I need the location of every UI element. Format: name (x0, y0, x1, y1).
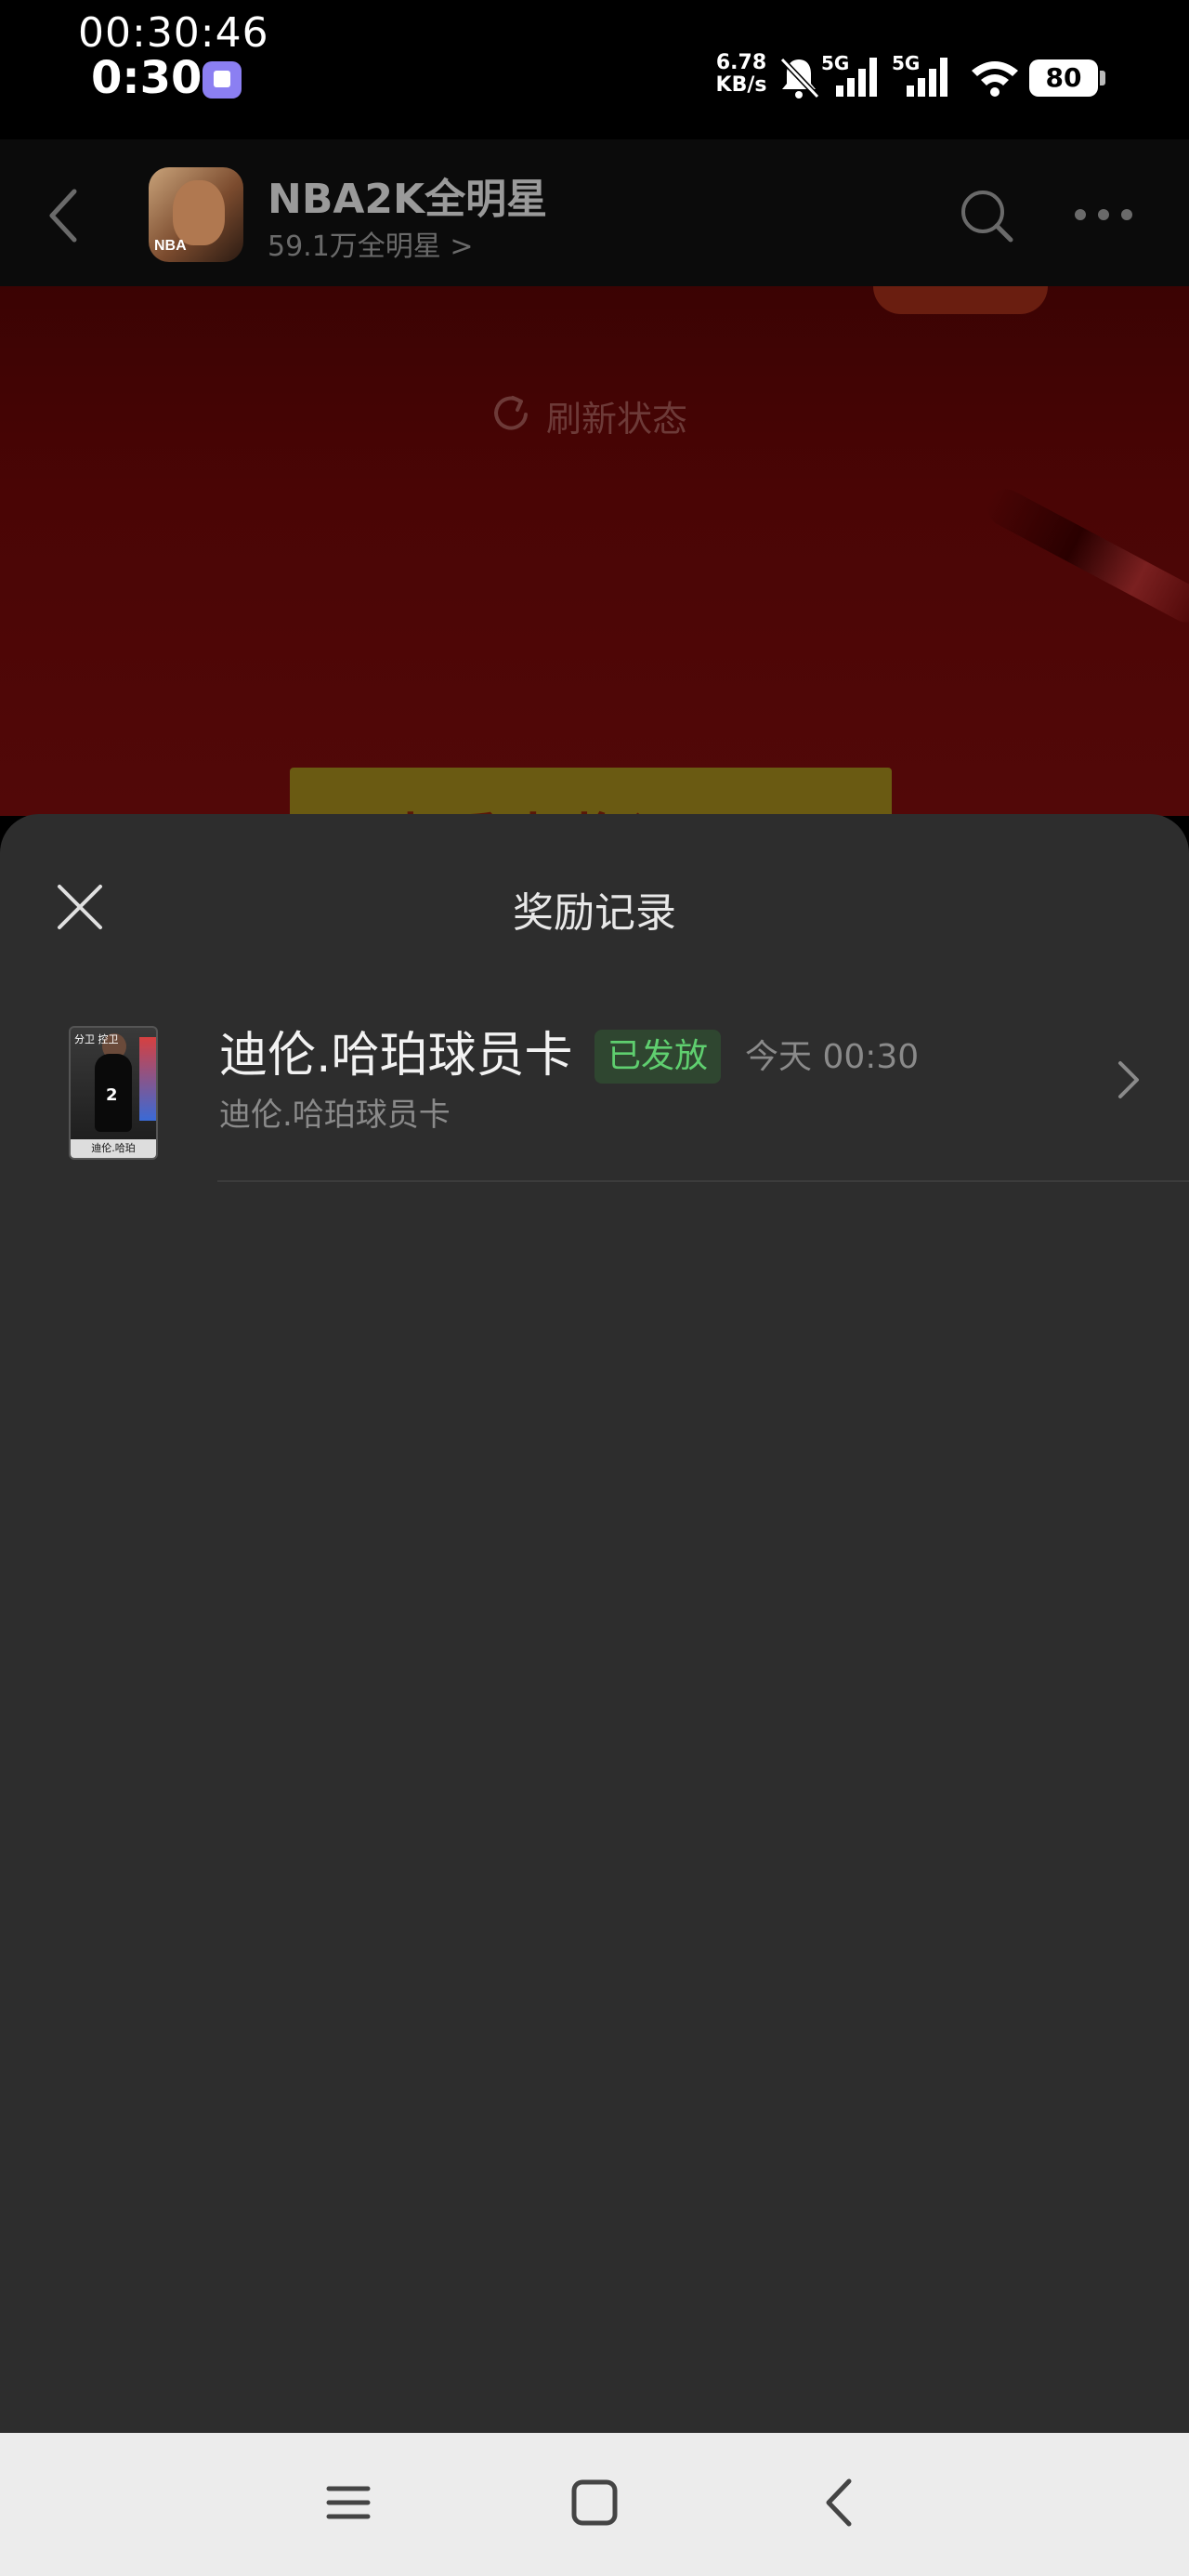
record-time: 今天 00:30 (745, 1038, 920, 1076)
network-speed-value: 6.78 (715, 51, 767, 74)
system-navigation-bar (0, 2433, 1189, 2576)
app-header: NBA NBA2K全明星 59.1万全明星 > (0, 139, 1189, 286)
card-player-name: 迪伦.哈珀 (71, 1139, 156, 1158)
game-avatar[interactable]: NBA (149, 167, 243, 262)
home-icon[interactable] (562, 2470, 627, 2535)
game-title[interactable]: NBA2K全明星 (268, 165, 547, 225)
refresh-status-label: 刷新状态 (546, 399, 688, 440)
refresh-icon (494, 396, 528, 430)
back-arrow-icon[interactable] (45, 188, 82, 243)
banner-text: 查看中奖记录 (383, 795, 751, 816)
decorative-streak (980, 482, 1189, 629)
winning-record-banner: 查看中奖记录 (290, 768, 892, 816)
status-bar: 00:30:46 0:30 6.78 KB/s 5G 5G 80 (0, 0, 1189, 139)
notification-app-icon (203, 61, 242, 99)
back-icon[interactable] (808, 2470, 873, 2535)
card-stripe (139, 1037, 156, 1121)
avatar-player-image (173, 180, 225, 245)
avatar-logo-text: NBA (154, 238, 187, 254)
menu-icon[interactable] (316, 2470, 381, 2535)
card-jersey-number: 2 (106, 1085, 118, 1105)
network-speed-unit: KB/s (715, 73, 767, 97)
row-divider (217, 1180, 1189, 1182)
reward-record-row[interactable]: 2 分卫 控卫 迪伦.哈珀 迪伦.哈珀球员卡 已发放 今天 00:30 迪伦.哈… (0, 1026, 1189, 1201)
status-badge: 已发放 (594, 1030, 722, 1084)
clock: 0:30 (91, 52, 203, 104)
card-position: 分卫 控卫 (74, 1033, 119, 1045)
signal-2-icon (907, 58, 947, 97)
follower-count-link[interactable]: 59.1万全明星 > (268, 223, 473, 264)
chevron-right-icon[interactable] (1115, 1059, 1143, 1100)
sheet-title: 奖励记录 (513, 889, 676, 937)
wifi-icon (972, 61, 1018, 97)
player-card-thumbnail: 2 分卫 控卫 迪伦.哈珀 (69, 1026, 158, 1160)
network-speed: 6.78 KB/s (713, 52, 769, 97)
signal-1-icon (836, 58, 877, 97)
record-subtitle: 迪伦.哈珀球员卡 (219, 1097, 451, 1134)
battery-indicator: 80 (1029, 59, 1105, 97)
background-pill-button (873, 286, 1048, 314)
mute-bell-icon (779, 57, 820, 99)
background-webpage: 刷新状态 查看中奖记录 (0, 286, 1189, 816)
search-icon[interactable] (959, 188, 1014, 243)
record-title: 迪伦.哈珀球员卡 (219, 1028, 573, 1084)
clock-seconds: 00:30:46 (78, 9, 269, 57)
reward-record-sheet: 奖励记录 2 分卫 控卫 迪伦.哈珀 迪伦.哈珀球员卡 已发放 今天 00:30… (0, 814, 1189, 2433)
more-options-icon[interactable] (1074, 208, 1133, 221)
